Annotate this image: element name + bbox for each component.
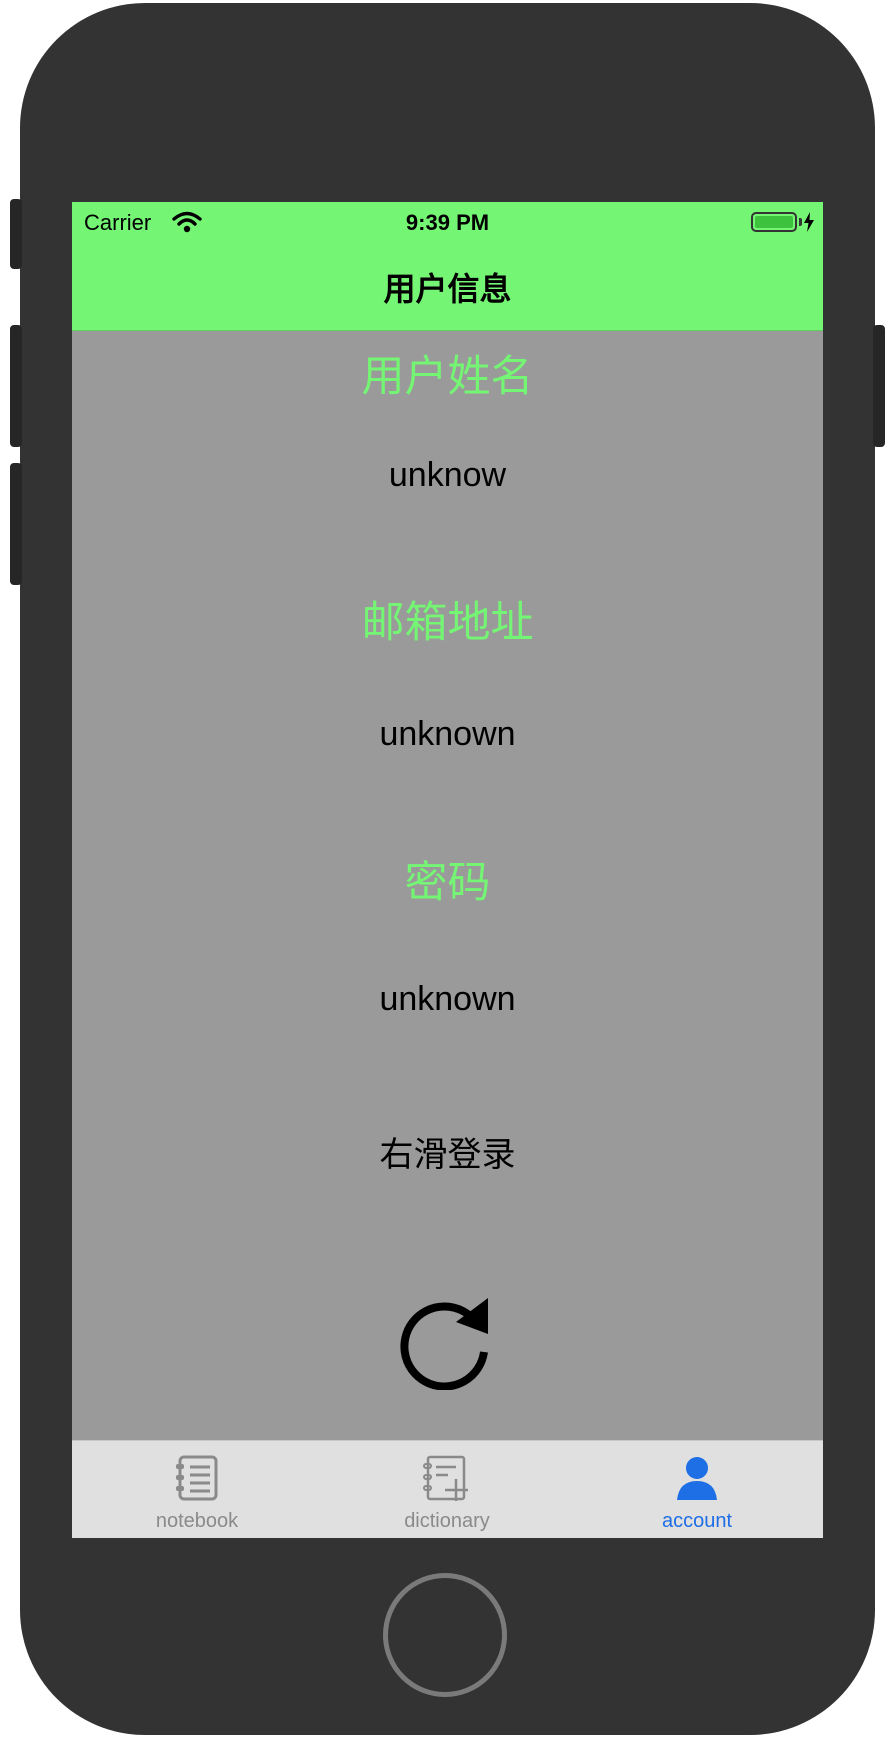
password-value: unknown (379, 980, 516, 1018)
tab-account-label: account (661, 1510, 733, 1532)
volume-down-button (10, 463, 22, 585)
swipe-login-hint[interactable]: 右滑登录 (72, 1127, 823, 1176)
status-bar: Carrier 9:39 PM (72, 202, 823, 242)
navigation-bar: Carrier 9:39 PM 用户信息 (72, 202, 823, 331)
volume-up-button (10, 325, 22, 447)
username-value: unknow (388, 456, 507, 494)
tab-bar: notebook dictionary account (72, 1440, 823, 1538)
tab-account[interactable]: account (572, 1441, 822, 1538)
home-button[interactable] (383, 1573, 507, 1697)
battery-icon (751, 212, 797, 232)
email-label: 邮箱地址 (361, 599, 534, 647)
email-value: unknown (379, 715, 516, 753)
notebook-icon (176, 1455, 218, 1501)
page-title: 用户信息 (383, 271, 512, 307)
battery-cap (799, 218, 802, 226)
tab-notebook-label: notebook (155, 1510, 239, 1532)
refresh-icon[interactable] (400, 1290, 496, 1390)
mute-switch (10, 199, 22, 269)
tab-dictionary-label: dictionary (404, 1510, 490, 1532)
app-screen: Carrier 9:39 PM 用户信息 用户姓名 unknow 邮箱地址 un… (72, 202, 823, 1538)
status-time: 9:39 PM (405, 210, 490, 235)
charging-bolt-icon (804, 212, 814, 232)
username-label: 用户姓名 (361, 353, 534, 401)
power-button (873, 325, 885, 447)
dictionary-icon (423, 1455, 468, 1501)
password-label: 密码 (404, 859, 491, 907)
tab-notebook[interactable]: notebook (72, 1441, 322, 1538)
tab-dictionary[interactable]: dictionary (322, 1441, 572, 1538)
account-icon (677, 1457, 717, 1500)
